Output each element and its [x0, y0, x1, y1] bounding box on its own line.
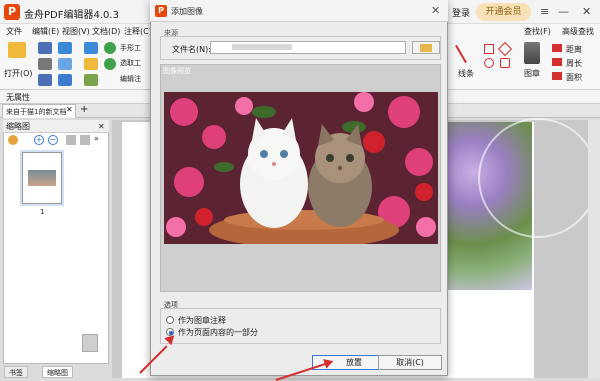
print-icon[interactable] [38, 58, 52, 70]
menu-edit[interactable]: 编辑(E) [32, 26, 59, 37]
dialog-title: 添加图像 [171, 7, 203, 16]
zoom-out-icon[interactable]: − [48, 135, 58, 145]
preview-image [164, 92, 438, 244]
close-panel-icon[interactable]: ✕ [98, 122, 105, 131]
image-icon[interactable] [58, 58, 72, 70]
menu-view[interactable]: 视图(V) [62, 26, 90, 37]
undo-icon[interactable] [58, 42, 72, 54]
stamp-annotation-radio[interactable] [166, 316, 174, 324]
rectangle-tool-icon[interactable] [484, 44, 494, 54]
document-tab[interactable]: 来自于猫1的新文档 [2, 104, 76, 118]
ellipse-tool-icon[interactable] [484, 58, 494, 68]
properties-text: 无属性 [6, 93, 30, 102]
vip-button[interactable]: 开通会员 [476, 3, 531, 21]
lines-label[interactable]: 线条 [458, 68, 474, 79]
close-tab-icon[interactable]: ✕ [66, 105, 73, 114]
find-label[interactable]: 查找(F) [524, 26, 551, 37]
email-icon[interactable] [38, 74, 52, 86]
advanced-find-label[interactable]: 高级查找 [562, 26, 594, 37]
pages-icon[interactable] [82, 334, 98, 352]
dialog-logo: P [155, 5, 167, 17]
distance-icon[interactable] [552, 44, 562, 52]
perimeter-icon[interactable] [552, 58, 562, 66]
forward-icon[interactable] [104, 58, 116, 70]
more-icon[interactable]: » [94, 134, 99, 143]
stamp-icon[interactable] [524, 42, 540, 64]
flag-icon[interactable] [84, 74, 98, 86]
rotate-icon[interactable] [66, 135, 76, 145]
image-preview-label: 图像预览 [163, 67, 191, 75]
arrow-icon[interactable] [58, 74, 72, 86]
menu-comment[interactable]: 注释(C) [124, 26, 152, 37]
app-logo: P [4, 4, 20, 20]
area-icon[interactable] [552, 72, 562, 80]
file-name-label: 文件名(N): [172, 45, 211, 54]
open-label[interactable]: 打开(O) [4, 68, 33, 79]
app-title: 金舟PDF编辑器4.0.3 [24, 10, 119, 21]
folder-icon [420, 44, 432, 52]
vertical-scrollbar[interactable] [588, 120, 600, 378]
zoom-icon[interactable] [84, 58, 98, 70]
distance-label[interactable]: 距离 [566, 44, 582, 55]
document-tab-label: 来自于猫1的新文档 [6, 108, 67, 116]
cancel-button[interactable]: 取消(C) [378, 355, 442, 370]
menu-file[interactable]: 文件 [6, 26, 22, 37]
menu-document[interactable]: 文档(D) [92, 26, 120, 37]
thumbnail-panel-header: 缩略图 [3, 120, 109, 133]
perimeter-label[interactable]: 周长 [566, 58, 582, 69]
cloud-tool-icon[interactable] [500, 58, 510, 68]
area-label[interactable]: 面积 [566, 72, 582, 83]
tab-bookmarks[interactable]: 书签 [4, 366, 28, 378]
save-icon[interactable] [38, 42, 52, 54]
options-group [160, 308, 441, 344]
tab-thumbnails[interactable]: 缩略图 [42, 366, 73, 378]
page-number: 1 [40, 208, 45, 216]
open-folder-icon[interactable] [8, 42, 26, 58]
decorative-ring [478, 118, 598, 238]
file-path-blur [232, 44, 292, 50]
stamp-annotation-label[interactable]: 作为图章注释 [178, 315, 226, 326]
dialog-close-icon[interactable]: ✕ [431, 4, 440, 17]
back-icon[interactable] [104, 42, 116, 54]
login-link[interactable]: 登录 [452, 6, 470, 19]
edit-tool-label[interactable]: 编辑注 [120, 74, 141, 84]
new-tab-icon[interactable]: + [80, 104, 88, 115]
page-content-label[interactable]: 作为页面内容的一部分 [178, 327, 258, 338]
menu-icon[interactable]: ≡ [540, 5, 549, 18]
hand-tool-label[interactable]: 手形工 [120, 43, 141, 53]
thumbnail-image [28, 170, 56, 186]
thumbnail-panel-title: 缩略图 [6, 122, 30, 131]
zoom-in-icon[interactable]: + [34, 135, 44, 145]
select-tool-label[interactable]: 选取工 [120, 58, 141, 68]
stamp-label[interactable]: 图章 [524, 68, 540, 79]
close-window-icon[interactable]: ✕ [582, 5, 591, 18]
redo-icon[interactable] [84, 42, 98, 54]
page-icon[interactable] [80, 135, 90, 145]
settings-icon[interactable] [8, 135, 18, 145]
minimize-icon[interactable]: — [558, 5, 569, 18]
